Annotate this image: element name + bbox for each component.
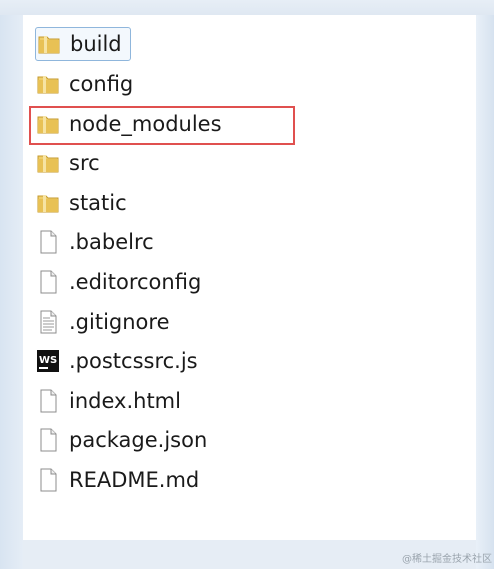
folder-icon bbox=[35, 150, 61, 176]
folder-icon bbox=[35, 71, 61, 97]
file-icon bbox=[35, 467, 61, 493]
file-name: src bbox=[69, 151, 100, 175]
file-name: .babelrc bbox=[69, 230, 154, 254]
file-name: .editorconfig bbox=[69, 270, 202, 294]
file-name: README.md bbox=[69, 468, 200, 492]
text-file-icon bbox=[35, 309, 61, 335]
file-name: index.html bbox=[69, 389, 181, 413]
file-list-pane: build config node_modules src static .ba… bbox=[23, 15, 476, 540]
folder-item-static[interactable]: static bbox=[35, 186, 127, 220]
navigation-pane-edge bbox=[0, 15, 23, 569]
folder-item-build[interactable]: build bbox=[35, 27, 131, 61]
window-top-edge bbox=[0, 0, 494, 15]
file-item-editorconfig[interactable]: .editorconfig bbox=[35, 265, 201, 299]
scrollbar-track[interactable] bbox=[476, 15, 494, 569]
webstorm-file-icon: WS bbox=[35, 348, 61, 374]
folder-icon bbox=[35, 190, 61, 216]
file-icon bbox=[35, 427, 61, 453]
folder-item-config[interactable]: config bbox=[35, 67, 133, 101]
file-name: static bbox=[69, 191, 127, 215]
folder-item-src[interactable]: src bbox=[35, 146, 100, 180]
file-name: .gitignore bbox=[69, 310, 170, 334]
watermark: @稀土掘金技术社区 bbox=[402, 554, 492, 565]
file-name: package.json bbox=[69, 428, 208, 452]
file-item-package-json[interactable]: package.json bbox=[35, 423, 207, 457]
file-name: config bbox=[69, 72, 134, 96]
file-item-babelrc[interactable]: .babelrc bbox=[35, 225, 154, 259]
file-icon bbox=[35, 269, 61, 295]
highlight-annotation-box bbox=[29, 106, 295, 145]
file-item-readme[interactable]: README.md bbox=[35, 463, 199, 497]
file-item-index-html[interactable]: index.html bbox=[35, 384, 181, 418]
file-icon bbox=[35, 229, 61, 255]
file-item-postcssrc[interactable]: WS .postcssrc.js bbox=[35, 344, 198, 378]
file-item-gitignore[interactable]: .gitignore bbox=[35, 305, 170, 339]
folder-icon bbox=[36, 31, 62, 57]
file-name: .postcssrc.js bbox=[69, 349, 198, 373]
webstorm-icon-text: WS bbox=[39, 355, 57, 366]
file-icon bbox=[35, 388, 61, 414]
file-name: build bbox=[70, 32, 122, 56]
